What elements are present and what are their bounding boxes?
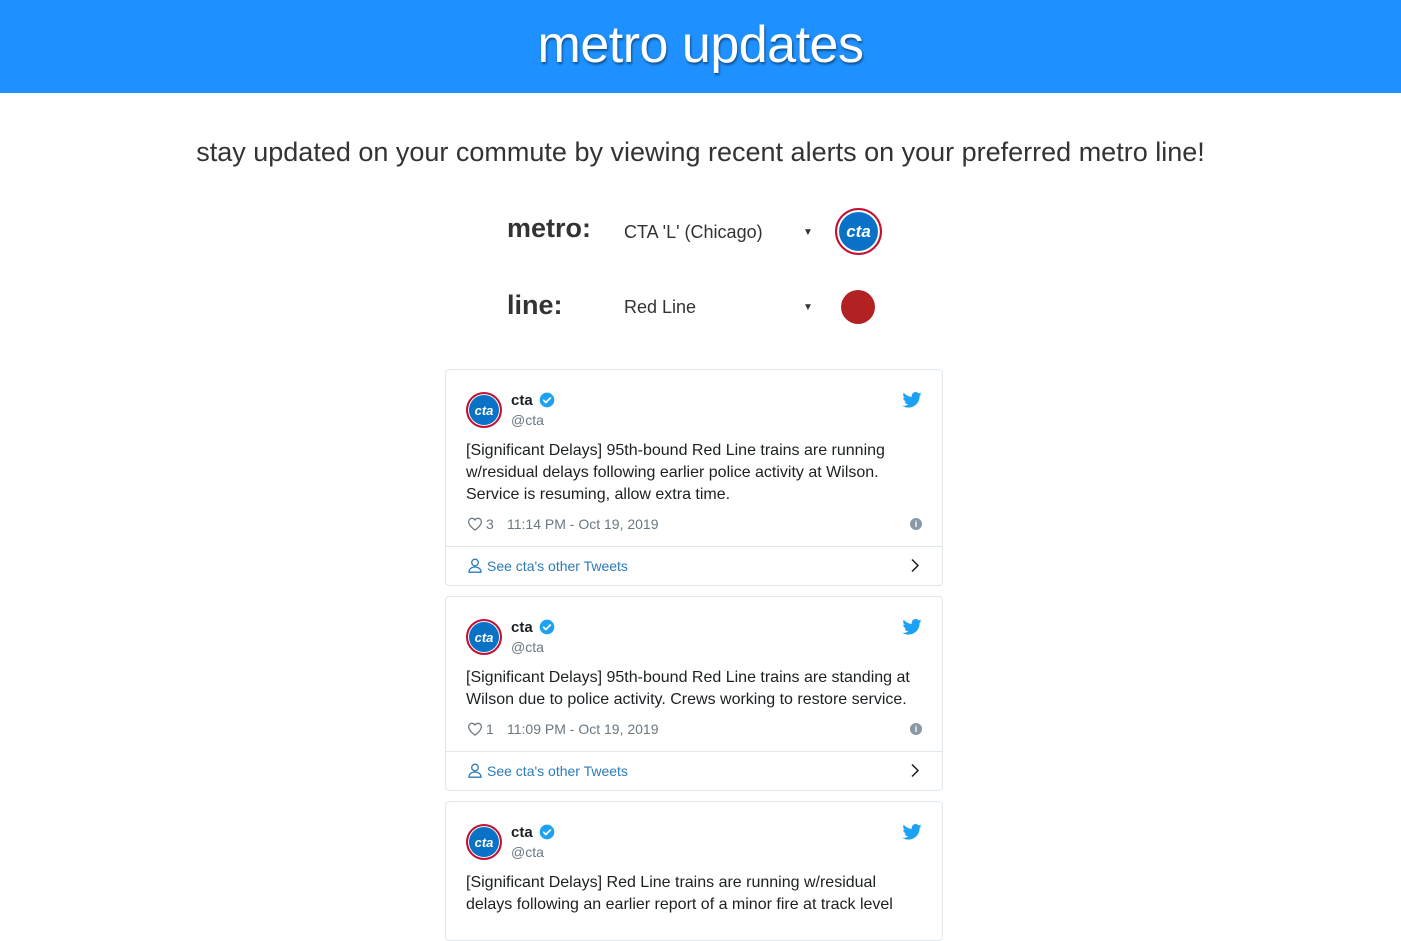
tweet-meta: 1 11:09 PM - Oct 19, 2019 i (466, 721, 922, 751)
avatar-text: cta (474, 402, 494, 418)
tweet-text: [Significant Delays] Red Line trains are… (466, 874, 893, 913)
tweet-body: cta cta @cta [Significant Delays] Red Li… (446, 802, 942, 916)
tweet-body: cta cta @cta [Significant Delays] 95th-b… (446, 597, 942, 751)
tweet-author-name[interactable]: cta (511, 392, 533, 409)
tweet-author-handle[interactable]: @cta (511, 639, 544, 655)
app-title: metro updates (537, 15, 864, 74)
header: metro updates (0, 0, 1401, 93)
metro-logo-text: cta (846, 221, 871, 241)
see-other-tweets-link[interactable]: See cta's other Tweets (446, 546, 942, 584)
heart-icon[interactable] (467, 517, 483, 531)
like-count[interactable]: 1 (486, 721, 494, 737)
tweet-author-handle[interactable]: @cta (511, 844, 544, 860)
tagline: stay updated on your commute by viewing … (196, 137, 1205, 167)
info-icon[interactable]: i (910, 723, 922, 735)
line-select-value: Red Line (624, 297, 697, 317)
see-other-tweets-label: See cta's other Tweets (487, 763, 628, 779)
tweet-author-name[interactable]: cta (511, 824, 533, 841)
avatar[interactable]: cta (466, 824, 502, 860)
verified-icon (539, 824, 555, 840)
metro-select-value: CTA 'L' (Chicago) (624, 222, 763, 242)
tweet-card[interactable]: cta cta @cta [Significant Delays] 95th-b… (445, 369, 943, 586)
twitter-bird-icon[interactable] (902, 619, 922, 635)
avatar[interactable]: cta (466, 619, 502, 655)
line-selector-row: line: Red Line ▼ (0, 290, 1401, 350)
chevron-right-icon (911, 763, 920, 778)
see-other-tweets-link[interactable]: See cta's other Tweets (446, 751, 942, 789)
twitter-bird-icon[interactable] (902, 392, 922, 408)
metro-logo: cta (835, 208, 882, 255)
tweet-meta: 3 11:14 PM - Oct 19, 2019 i (466, 516, 922, 546)
tweet-author-name[interactable]: cta (511, 619, 533, 636)
line-dropdown-arrow-icon[interactable]: ▼ (803, 302, 813, 313)
tweet-author-handle[interactable]: @cta (511, 412, 544, 428)
info-icon[interactable]: i (910, 518, 922, 530)
avatar[interactable]: cta (466, 392, 502, 428)
see-other-tweets-label: See cta's other Tweets (487, 558, 628, 574)
line-label: line: (507, 290, 563, 320)
tweet-timestamp[interactable]: 11:14 PM - Oct 19, 2019 (507, 516, 659, 532)
line-color-dot (841, 290, 875, 324)
verified-icon (539, 619, 555, 635)
tweet-text: [Significant Delays] 95th-bound Red Line… (466, 442, 885, 503)
metro-dropdown-arrow-icon[interactable]: ▼ (803, 227, 813, 238)
like-count[interactable]: 3 (486, 516, 494, 532)
twitter-bird-icon[interactable] (902, 824, 922, 840)
tweet-card[interactable]: cta cta @cta [Significant Delays] 95th-b… (445, 596, 943, 791)
tweet-body: cta cta @cta [Significant Delays] 95th-b… (446, 370, 942, 546)
tweet-text: [Significant Delays] 95th-bound Red Line… (466, 669, 910, 708)
person-icon (468, 558, 482, 573)
metro-select[interactable]: CTA 'L' (Chicago) (624, 222, 814, 243)
line-select[interactable]: Red Line (624, 297, 814, 318)
metro-selector-row: metro: CTA 'L' (Chicago) ▼ cta (0, 208, 1401, 268)
person-icon (468, 763, 482, 778)
metro-label: metro: (507, 213, 592, 243)
verified-icon (539, 392, 555, 408)
avatar-text: cta (474, 629, 494, 645)
tweet-card[interactable]: cta cta @cta [Significant Delays] Red Li… (445, 801, 943, 941)
heart-icon[interactable] (467, 722, 483, 736)
chevron-right-icon (911, 558, 920, 573)
avatar-text: cta (474, 834, 494, 850)
tweet-timestamp[interactable]: 11:09 PM - Oct 19, 2019 (507, 721, 659, 737)
